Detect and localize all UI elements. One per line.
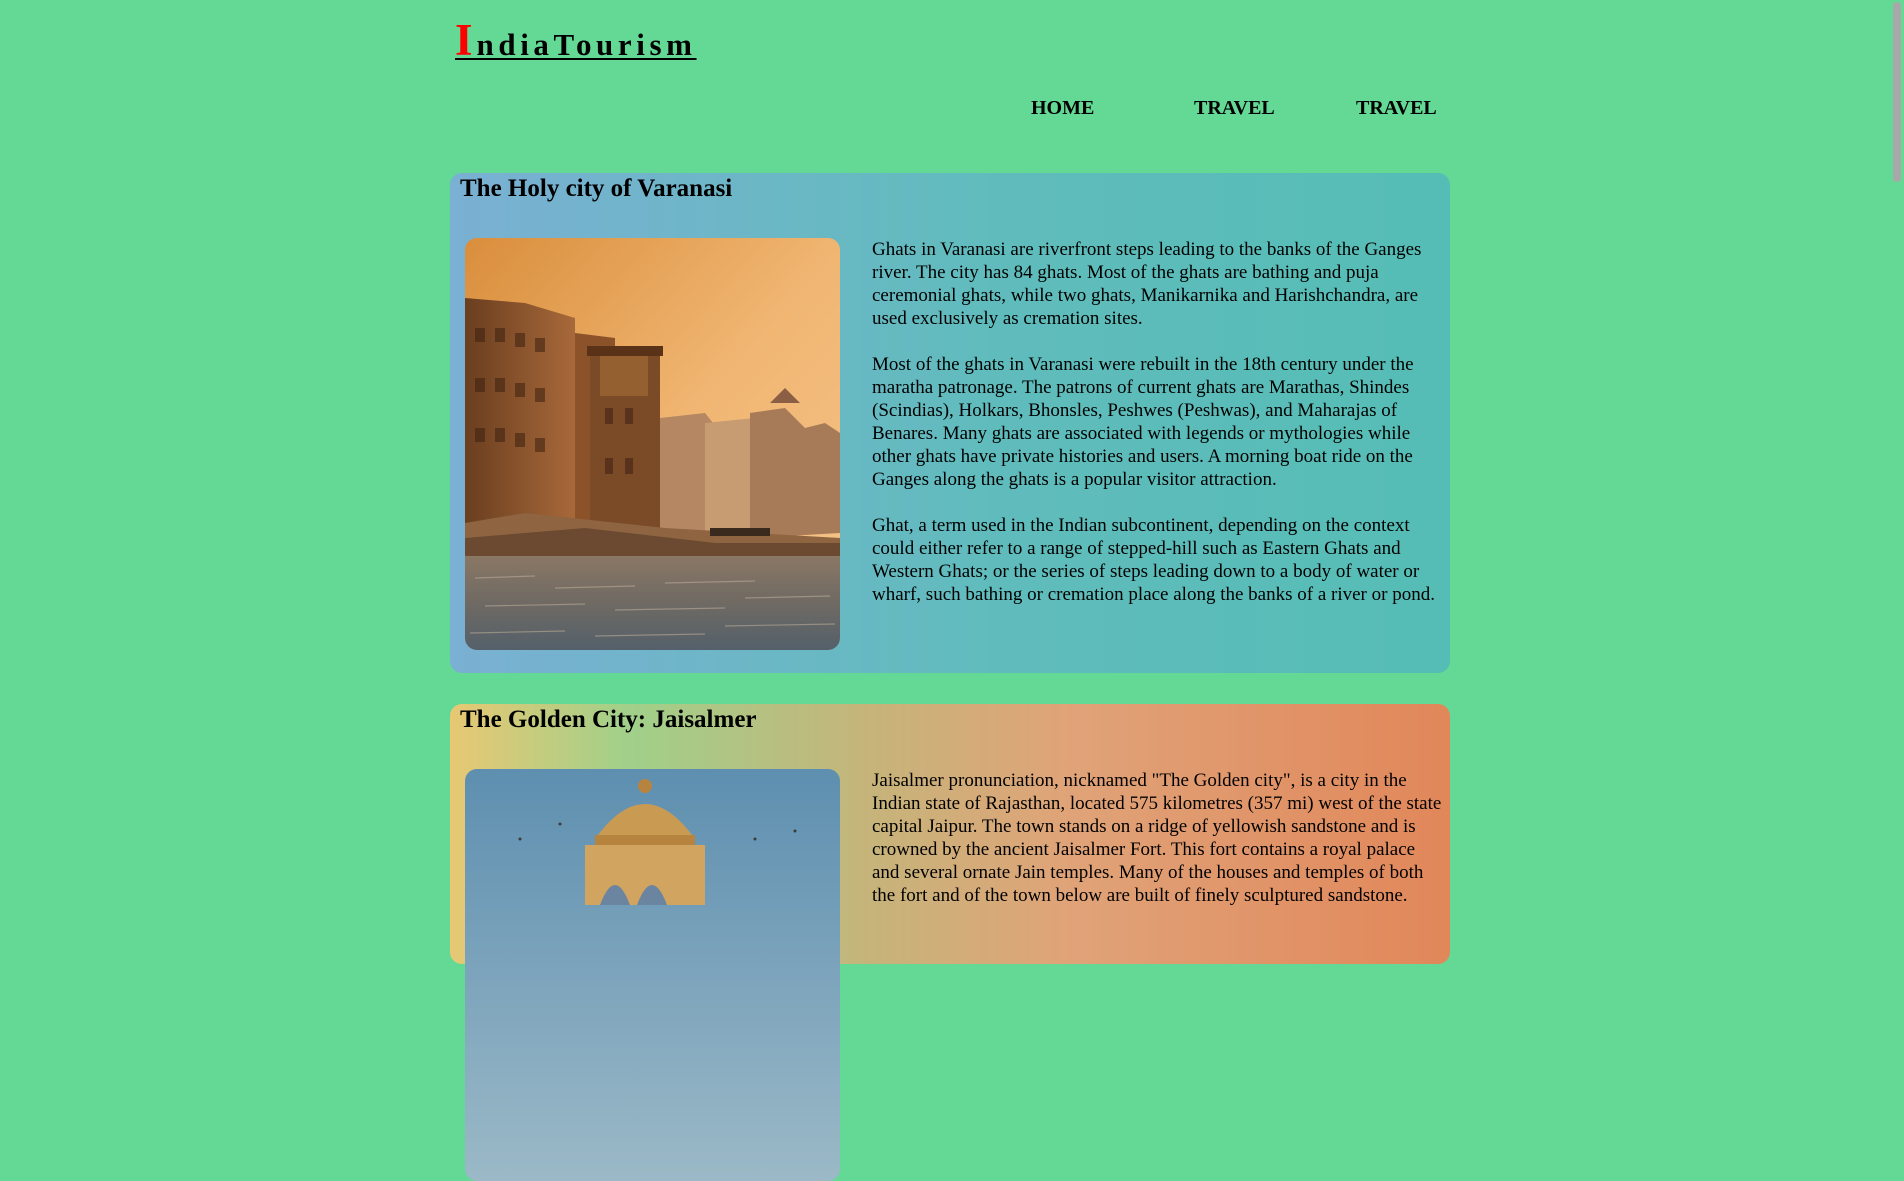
nav-home-link[interactable]: HOME — [1031, 97, 1094, 120]
section-text: Ghats in Varanasi are riverfront steps l… — [872, 238, 1442, 629]
scrollbar-thumb[interactable] — [1893, 2, 1901, 182]
logo-initial: I — [455, 15, 477, 65]
page-scrollbar[interactable] — [1889, 0, 1904, 890]
paragraph: Jaisalmer pronunciation, nicknamed "The … — [872, 770, 1442, 906]
section-title: The Golden City: Jaisalmer — [460, 706, 757, 733]
varanasi-card: The Holy city of Varanasi Ghats in Varan… — [450, 173, 1450, 673]
nav-travel-link[interactable]: TRAVEL — [1194, 97, 1275, 120]
paragraph: Ghats in Varanasi are riverfront steps l… — [872, 239, 1422, 329]
varanasi-ghats-photo — [465, 238, 840, 650]
jaisalmer-card: The Golden City: Jaisalmer Jaisalmer pro… — [450, 704, 1450, 1181]
logo-text: ndiaTourism — [476, 27, 697, 62]
section-title: The Holy city of Varanasi — [460, 175, 733, 202]
paragraph: Most of the ghats in Varanasi were rebui… — [872, 354, 1414, 490]
jaisalmer-chhatri-photo — [465, 769, 840, 1181]
site-logo[interactable]: IndiaTourism — [455, 14, 697, 66]
paragraph: Ghat, a term used in the Indian subconti… — [872, 515, 1435, 605]
section-text: Jaisalmer pronunciation, nicknamed "The … — [872, 769, 1442, 930]
main-nav: HOME TRAVEL TRAVEL — [450, 97, 1450, 123]
nav-travel-link-2[interactable]: TRAVEL — [1356, 97, 1437, 120]
